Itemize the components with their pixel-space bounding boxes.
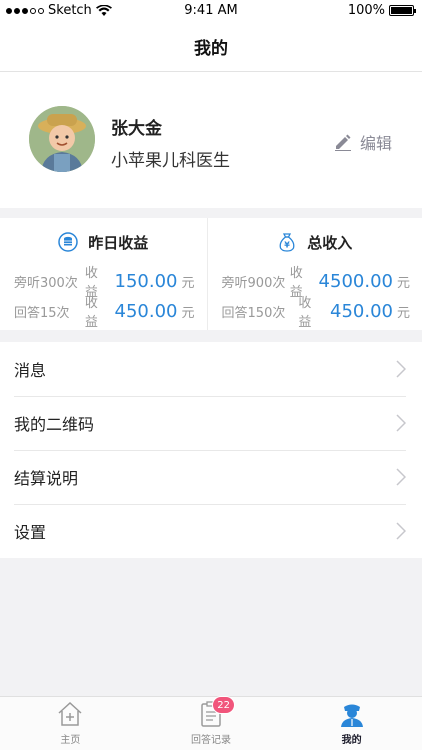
menu-item-label: 结算说明 — [14, 469, 79, 488]
income-row: 回答150次 收益 450.00 元 — [208, 296, 422, 330]
profile-title: 小苹果儿科医生 — [111, 151, 230, 171]
total-income: ¥ 总收入 旁听900次 收益 4500.00 元 回答150次 收益 450.… — [206, 218, 422, 330]
page-title: 我的 — [194, 39, 228, 59]
income-count: 回答15次 — [14, 305, 70, 321]
profile-card: 张大金 小苹果儿科医生 编辑 — [0, 72, 422, 208]
chevron-right-icon — [396, 522, 406, 540]
income-amount: 450.00 — [330, 300, 393, 322]
battery-icon — [389, 5, 416, 16]
menu-item-label: 我的二维码 — [14, 415, 95, 434]
income-unit: 元 — [396, 275, 410, 291]
money-bag-icon: ¥ — [279, 233, 295, 252]
settings-menu: 消息 我的二维码 结算说明 设置 — [0, 342, 422, 558]
income-word: 收益 — [298, 296, 312, 330]
coin-stack-icon — [58, 232, 78, 252]
menu-item-qrcode[interactable]: 我的二维码 — [0, 396, 422, 450]
tab-bar: 主页 22 回答记录 我的 — [0, 696, 422, 750]
income-count: 旁听900次 — [221, 275, 286, 291]
profile-name: 张大金 — [111, 119, 162, 139]
income-amount: 150.00 — [114, 270, 178, 292]
edit-button[interactable]: 编辑 — [334, 130, 392, 154]
edit-label: 编辑 — [359, 134, 392, 153]
home-icon — [58, 701, 82, 726]
nav-bar: 我的 — [0, 22, 422, 72]
income-count: 旁听300次 — [14, 275, 78, 291]
battery-percent: 100% — [347, 3, 385, 18]
pencil-icon — [334, 134, 351, 151]
yesterday-heading: 昨日收益 — [88, 233, 149, 252]
status-bar: Sketch 9:41 AM 100% — [0, 0, 422, 22]
menu-item-settings[interactable]: 设置 — [0, 504, 422, 558]
menu-item-label: 消息 — [14, 361, 47, 380]
svg-text:¥: ¥ — [284, 241, 290, 250]
tab-label: 主页 — [60, 735, 81, 746]
income-unit: 元 — [181, 275, 195, 291]
clipboard-icon: 22 — [197, 696, 235, 728]
tab-label: 我的 — [341, 735, 362, 746]
tab-label: 回答记录 — [191, 735, 231, 746]
yesterday-income: 昨日收益 旁听300次 收益 150.00 元 回答15次 收益 450.00 … — [0, 218, 207, 330]
avatar[interactable] — [29, 106, 95, 172]
income-panel: 昨日收益 旁听300次 收益 150.00 元 回答15次 收益 450.00 … — [0, 218, 422, 330]
income-count: 回答150次 — [221, 305, 286, 321]
income-amount: 450.00 — [114, 300, 178, 322]
chevron-right-icon — [396, 468, 406, 486]
income-amount: 4500.00 — [318, 270, 393, 292]
chevron-right-icon — [396, 360, 406, 378]
tab-home[interactable]: 主页 — [0, 697, 141, 750]
notification-badge: 22 — [212, 696, 235, 714]
menu-item-settlement[interactable]: 结算说明 — [0, 450, 422, 504]
income-row: 回答15次 收益 450.00 元 — [0, 296, 207, 330]
chevron-right-icon — [396, 414, 406, 432]
income-unit: 元 — [181, 305, 195, 321]
menu-item-messages[interactable]: 消息 — [0, 342, 422, 396]
tab-answers[interactable]: 22 回答记录 — [141, 696, 282, 750]
income-word: 收益 — [84, 296, 98, 330]
doctor-icon — [340, 704, 363, 727]
menu-item-label: 设置 — [14, 523, 47, 542]
tab-profile[interactable]: 我的 — [281, 697, 422, 750]
income-unit: 元 — [396, 305, 410, 321]
total-heading: 总收入 — [307, 233, 353, 252]
